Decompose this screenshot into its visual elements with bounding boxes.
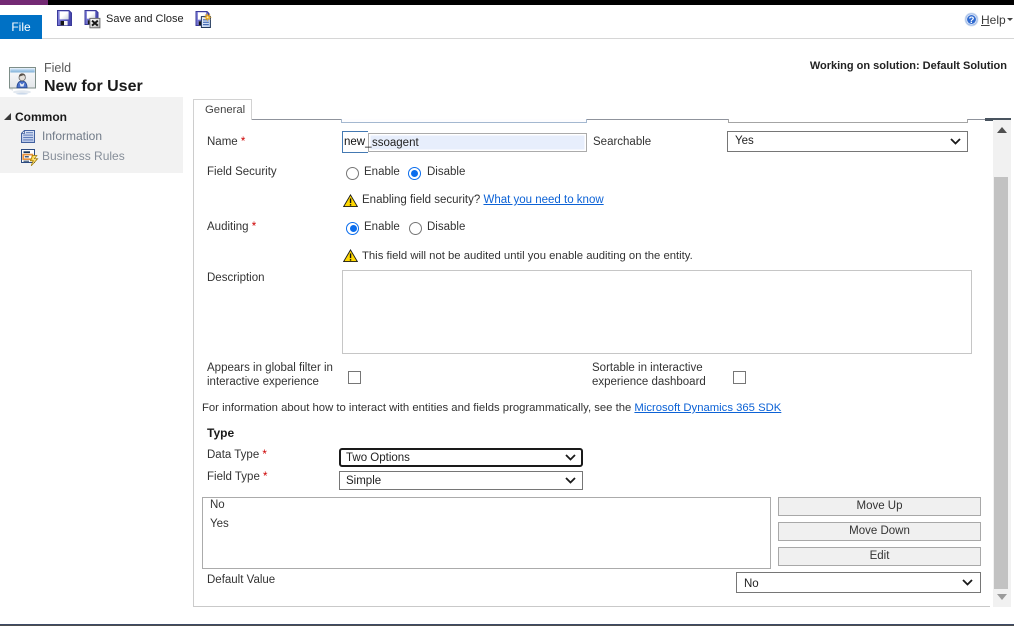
svg-text:?: ? — [969, 14, 975, 25]
